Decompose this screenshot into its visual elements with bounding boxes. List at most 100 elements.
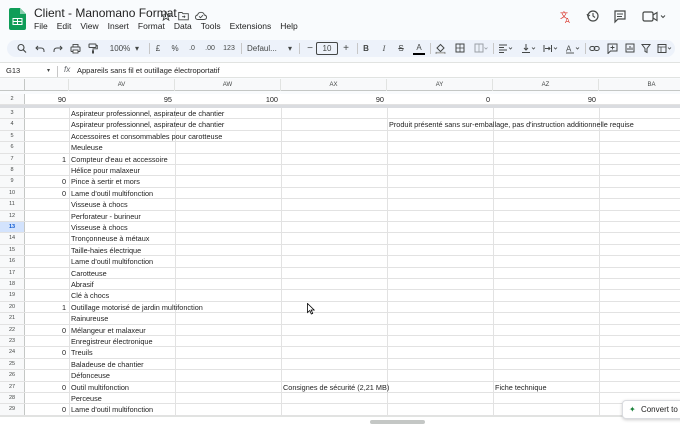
convert-banner[interactable]: ✦ Convert to [622,400,680,419]
zoom-dropdown-icon[interactable]: ▾ [133,43,141,54]
filter-views-icon[interactable] [657,43,673,54]
cell[interactable]: Visseuse à chocs [69,222,175,232]
column-header-av[interactable]: AV [69,79,175,91]
cell[interactable]: Taille-haies électrique [69,245,175,255]
row-number[interactable]: 7 [0,153,25,164]
print-icon[interactable] [70,43,81,54]
cell[interactable] [25,165,69,175]
column-header-ay[interactable]: AY [387,79,493,91]
undo-icon[interactable] [35,43,45,54]
translate-addon-icon[interactable]: 文A [559,8,573,26]
cell[interactable]: Baladeuse de chantier [69,359,175,369]
row-number[interactable]: 11 [0,199,25,210]
menu-insert[interactable]: Insert [108,21,129,31]
row-number[interactable]: 29 [0,404,25,415]
cell[interactable]: Lame d'outil multifonction [69,188,175,198]
cell[interactable]: 0 [25,176,69,186]
row-number[interactable]: 18 [0,279,25,290]
strikethrough-button[interactable]: S [396,43,406,54]
fill-color-icon[interactable] [435,43,446,54]
font-size-increase-button[interactable]: + [341,43,351,54]
number-format-button[interactable]: 123 [222,43,236,54]
row-number[interactable]: 20 [0,301,25,313]
cell[interactable] [25,313,69,323]
cell[interactable]: Outillage motorisé de jardin multifoncti… [69,302,203,312]
row-number[interactable]: 3 [0,108,25,119]
row-number[interactable]: 2 [0,94,25,104]
row-number[interactable]: 15 [0,244,25,256]
cell[interactable]: 0 [25,404,69,414]
menu-extensions[interactable]: Extensions [230,21,272,31]
cell[interactable] [25,370,69,380]
row-number[interactable]: 24 [0,347,25,358]
font-dropdown-icon[interactable]: ▾ [286,43,294,54]
name-box-dropdown-icon[interactable]: ▾ [47,67,50,74]
cell[interactable]: Clé à chocs [69,290,175,300]
row-number[interactable]: 12 [0,210,25,221]
zoom-select[interactable]: 100% [108,43,132,54]
cell[interactable]: Outil multifonction [69,382,175,392]
cell[interactable] [25,336,69,346]
filter-icon[interactable] [641,43,651,54]
horizontal-scrollbar[interactable] [0,416,680,425]
increase-decimal-button[interactable]: .00 [203,43,217,54]
menu-data[interactable]: Data [174,21,192,31]
cell[interactable]: Mélangeur et malaxeur [69,325,175,335]
cell[interactable]: Perforateur - burineur [69,211,175,221]
cell[interactable] [25,142,69,152]
text-rotation-icon[interactable]: A [565,43,581,54]
cell[interactable]: 95 [69,94,175,104]
cell[interactable] [25,199,69,209]
cell[interactable]: Perceuse [69,393,175,403]
row-number[interactable]: 26 [0,370,25,381]
cell[interactable]: 0 [25,347,69,357]
column-header-ba[interactable]: BA [599,79,680,91]
cell[interactable] [25,131,69,141]
insert-comment-icon[interactable] [607,43,618,54]
menu-edit[interactable]: Edit [57,21,72,31]
italic-button[interactable]: I [379,43,389,54]
cell[interactable]: 0 [387,94,493,104]
row-number[interactable]: 8 [0,165,25,176]
cell[interactable]: 0 [25,382,69,392]
column-header-aw[interactable]: AW [175,79,281,91]
row-number[interactable]: 13 [0,222,25,233]
font-size-input[interactable]: 10 [316,42,338,55]
merge-cells-icon[interactable] [474,43,488,54]
cell[interactable]: Pince à sertir et mors [69,176,175,186]
star-icon[interactable] [160,8,172,22]
cell[interactable]: 90 [25,94,69,104]
column-header-az[interactable]: AZ [493,79,599,91]
cell[interactable]: Lame d'outil multifonction [69,256,175,266]
font-select[interactable]: Defaul... [247,43,281,54]
row-number[interactable]: 16 [0,256,25,267]
row-number[interactable]: 22 [0,324,25,335]
doc-title[interactable]: Client - Manomano Format [34,6,177,20]
column-header-ax[interactable]: AX [281,79,387,91]
scrollbar-thumb[interactable] [370,420,425,424]
cell[interactable]: Aspirateur professionnel, aspirateur de … [69,108,224,118]
row-number[interactable]: 23 [0,336,25,347]
menu-file[interactable]: File [34,21,48,31]
cell[interactable]: Tronçonneuse à métaux [69,233,175,243]
cell[interactable]: Visseuse à chocs [69,199,175,209]
insert-chart-icon[interactable] [625,43,635,54]
menu-help[interactable]: Help [280,21,297,31]
cloud-status-icon[interactable] [195,8,207,20]
cell[interactable] [25,393,69,403]
menu-format[interactable]: Format [138,21,165,31]
row-number[interactable]: 4 [0,119,25,130]
cell[interactable]: 90 [493,94,599,104]
cell[interactable]: Hélice pour malaxeur [69,165,175,175]
row-number[interactable]: 9 [0,176,25,187]
cell[interactable]: Accessoires et consommables pour carotte… [69,131,222,141]
cell[interactable]: 100 [175,94,281,104]
cell[interactable]: Compteur d'eau et accessoire [69,154,175,164]
row-number[interactable]: 6 [0,142,25,153]
comments-icon[interactable] [613,8,627,26]
cell[interactable]: Défonceuse [69,370,175,380]
cell[interactable] [25,233,69,243]
cell[interactable]: Produit présenté sans sur-emballage, pas… [387,119,634,129]
row-number[interactable]: 21 [0,313,25,324]
currency-format-button[interactable]: £ [153,43,163,54]
